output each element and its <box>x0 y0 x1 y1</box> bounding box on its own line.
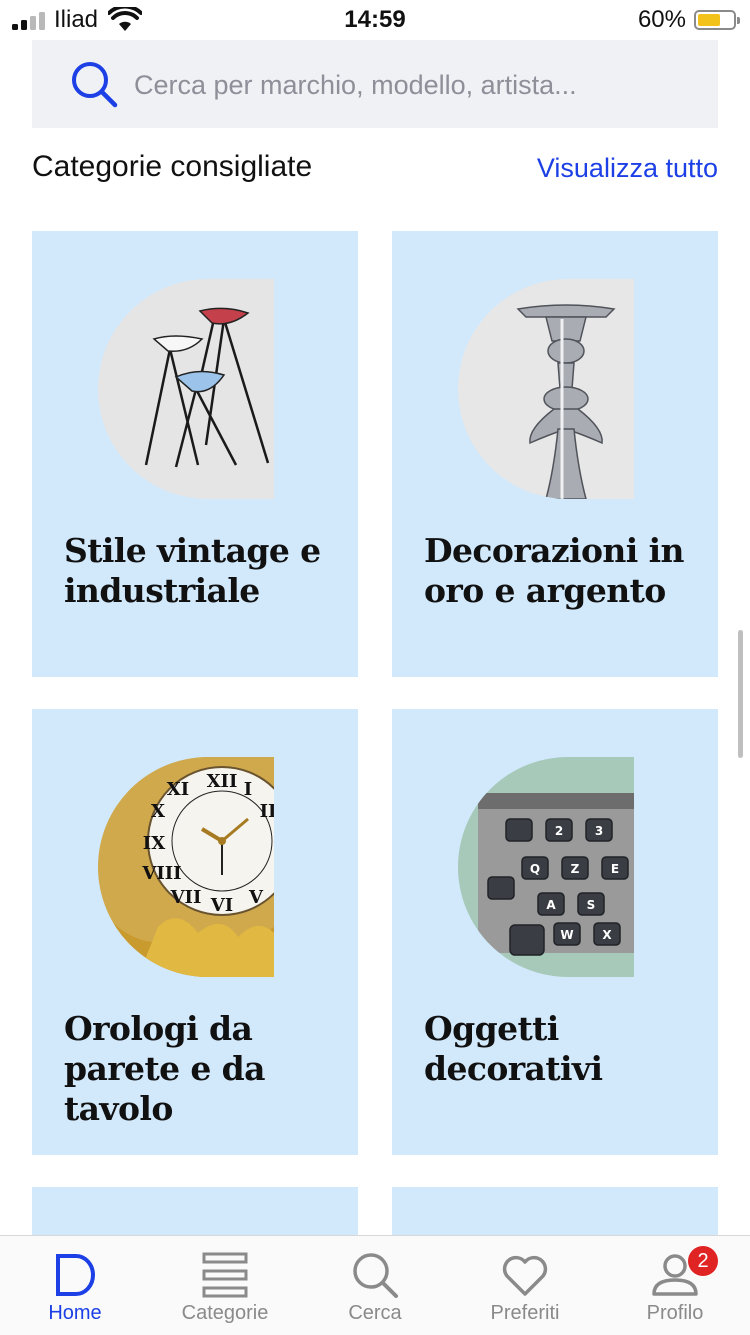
svg-text:W: W <box>560 928 573 942</box>
heart-icon <box>502 1255 548 1296</box>
category-card-partial[interactable] <box>32 1187 358 1235</box>
svg-text:X: X <box>151 801 165 822</box>
svg-text:Q: Q <box>530 862 540 876</box>
category-card-partial[interactable] <box>392 1187 718 1235</box>
svg-text:S: S <box>587 898 596 912</box>
svg-text:E: E <box>611 862 619 876</box>
scroll-indicator <box>738 630 743 758</box>
svg-text:3: 3 <box>595 824 603 838</box>
category-image-tables <box>98 279 274 499</box>
category-title: Oggetti decorativi <box>424 1009 603 1088</box>
tab-label: Profilo <box>646 1302 704 1324</box>
svg-text:A: A <box>546 898 556 912</box>
search-icon <box>353 1253 398 1298</box>
search-bar[interactable] <box>32 40 718 128</box>
svg-text:2: 2 <box>555 824 563 838</box>
svg-text:V: V <box>248 887 264 908</box>
view-all-link[interactable]: Visualizza tutto <box>537 153 718 184</box>
category-card-vintage[interactable]: Stile vintage e industriale <box>32 231 358 677</box>
category-image-typewriter: 2 3 Q Z E A S W X <box>458 757 634 977</box>
tab-categories[interactable]: Categorie <box>150 1236 300 1335</box>
tab-search[interactable]: Cerca <box>300 1236 450 1335</box>
tab-label: Categorie <box>181 1302 269 1324</box>
category-card-gold-silver[interactable]: Decorazioni in oro e argento <box>392 231 718 677</box>
tab-label: Cerca <box>348 1302 402 1324</box>
svg-text:II: II <box>260 801 274 822</box>
tab-label: Home <box>48 1302 102 1324</box>
category-title: Decorazioni in oro e argento <box>424 531 685 610</box>
svg-text:VI: VI <box>210 895 233 916</box>
svg-text:X: X <box>602 928 612 942</box>
category-title: Orologi da parete e da tavolo <box>64 1009 266 1128</box>
battery-percent: 60% <box>637 6 686 33</box>
category-card-clocks[interactable]: XII I II XI X IX VIII VII VI V Orologi d… <box>32 709 358 1155</box>
category-card-decorative[interactable]: 2 3 Q Z E A S W X Oggetti decorativi <box>392 709 718 1155</box>
battery-icon <box>694 10 740 30</box>
category-image-clock: XII I II XI X IX VIII VII VI V <box>98 757 274 977</box>
notification-badge: 2 <box>688 1246 718 1276</box>
search-icon <box>72 62 118 108</box>
section-title: Categorie consigliate <box>32 150 313 183</box>
status-bar: Iliad 14:59 60% <box>0 0 750 40</box>
category-title: Stile vintage e industriale <box>64 531 321 610</box>
categories-icon <box>202 1252 248 1298</box>
svg-text:XI: XI <box>167 779 189 800</box>
tab-home[interactable]: Home <box>0 1236 150 1335</box>
svg-text:IX: IX <box>143 833 165 854</box>
category-image-candlestick <box>458 279 634 499</box>
home-icon <box>56 1254 95 1296</box>
svg-text:VII: VII <box>170 887 202 908</box>
svg-text:XII: XII <box>207 771 238 792</box>
tab-label: Preferiti <box>490 1302 560 1324</box>
search-input[interactable] <box>132 62 696 108</box>
svg-text:I: I <box>244 779 252 800</box>
tab-favorites[interactable]: Preferiti <box>450 1236 600 1335</box>
tab-bar: Home Categorie Cerca Preferiti 2 Profilo <box>0 1235 750 1335</box>
tab-profile[interactable]: 2 Profilo <box>600 1236 750 1335</box>
svg-text:Z: Z <box>571 862 580 876</box>
svg-text:VIII: VIII <box>141 863 181 884</box>
